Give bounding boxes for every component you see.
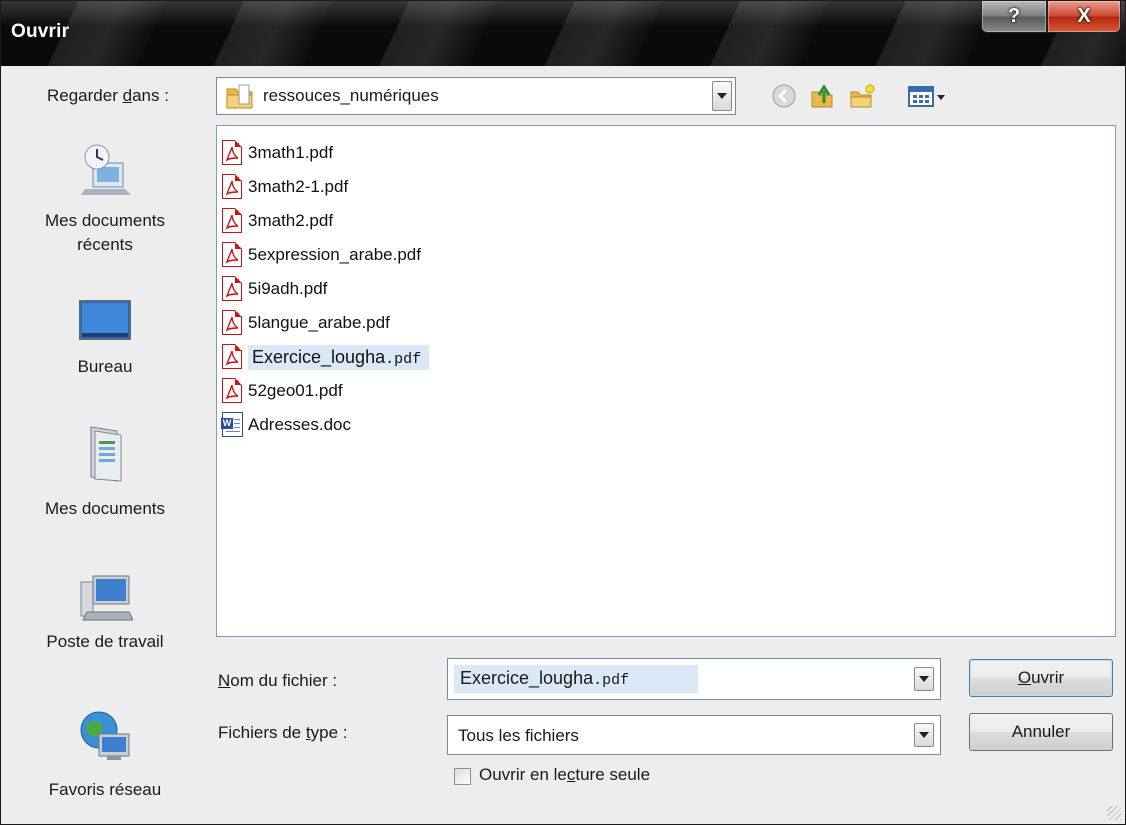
list-item[interactable]: W Adresses.doc — [219, 410, 351, 440]
network-places-icon — [80, 711, 130, 760]
list-item[interactable]: 5i9adh.pdf — [219, 274, 327, 304]
list-item[interactable]: 5expression_arabe.pdf — [219, 240, 421, 270]
readonly-checkbox[interactable] — [454, 768, 471, 785]
place-recent-documents[interactable]: Mes documents récents — [1, 141, 209, 291]
filename-dropdown-arrow[interactable] — [914, 667, 934, 691]
new-folder-icon[interactable] — [849, 83, 875, 109]
close-icon: X — [1077, 5, 1091, 27]
list-item[interactable]: 3math2.pdf — [219, 206, 333, 236]
list-item[interactable]: 3math1.pdf — [219, 138, 333, 168]
my-computer-icon — [80, 575, 133, 621]
pdf-file-icon — [219, 275, 245, 303]
title-bar[interactable]: Ouvrir ? X — [1, 1, 1125, 66]
filetype-combo[interactable]: Tous les fichiers — [447, 715, 941, 755]
pdf-file-icon — [219, 309, 245, 337]
help-icon: ? — [1007, 5, 1021, 27]
list-item[interactable]: 3math2-1.pdf — [219, 172, 348, 202]
desktop-icon — [79, 300, 131, 340]
recent-documents-icon — [81, 144, 131, 195]
places-bar: Mes documents récents Bureau Mes documen… — [1, 123, 209, 823]
open-button[interactable]: Ouvrir — [969, 659, 1113, 697]
look-in-value: ressouces_numériques — [263, 86, 439, 105]
filename-input[interactable]: Exercice_lougha.pdf — [460, 668, 629, 689]
filename-label: Nom du fichier : — [218, 671, 338, 690]
pdf-file-icon — [219, 207, 245, 235]
close-button[interactable]: X — [1047, 1, 1121, 33]
folder-icon — [226, 84, 253, 109]
place-my-computer[interactable]: Poste de travail — [1, 568, 209, 698]
readonly-label[interactable]: Ouvrir en lecture seule — [479, 765, 650, 785]
help-button[interactable]: ? — [981, 1, 1047, 33]
filetype-dropdown-arrow[interactable] — [914, 723, 934, 747]
list-item[interactable]: 5langue_arabe.pdf — [219, 308, 390, 338]
up-folder-icon[interactable] — [809, 83, 835, 109]
place-desktop[interactable]: Bureau — [1, 293, 209, 413]
file-list[interactable]: 3math1.pdf 3math2-1.pdf 3math2.pdf 5expr… — [216, 125, 1116, 637]
filename-combo[interactable]: Exercice_lougha.pdf — [447, 658, 941, 700]
look-in-dropdown-arrow[interactable] — [712, 81, 732, 111]
back-icon[interactable] — [771, 83, 797, 109]
cancel-button[interactable]: Annuler — [969, 713, 1113, 751]
dialog-title: Ouvrir — [11, 21, 70, 42]
pdf-file-icon — [219, 343, 245, 371]
pdf-file-icon — [219, 377, 245, 405]
open-dialog: Ouvrir ? X Regarder dans : ressouces_num… — [0, 0, 1126, 825]
list-item[interactable]: 52geo01.pdf — [219, 376, 343, 406]
look-in-label: Regarder dans : — [47, 86, 169, 105]
resize-grip[interactable] — [1107, 806, 1121, 820]
look-in-combo[interactable]: ressouces_numériques — [216, 77, 736, 115]
pdf-file-icon — [219, 173, 245, 201]
word-file-icon: W — [219, 411, 245, 439]
filetype-value: Tous les fichiers — [458, 726, 579, 745]
place-network[interactable]: Favoris réseau — [1, 708, 209, 818]
pdf-file-icon — [219, 241, 245, 269]
list-item-selected[interactable]: Exercice_lougha.pdf — [219, 342, 430, 372]
my-documents-icon — [90, 426, 122, 482]
place-my-documents[interactable]: Mes documents — [1, 423, 209, 553]
views-menu-icon[interactable] — [907, 83, 951, 109]
filetype-label: Fichiers de type : — [218, 723, 348, 742]
pdf-file-icon — [219, 139, 245, 167]
